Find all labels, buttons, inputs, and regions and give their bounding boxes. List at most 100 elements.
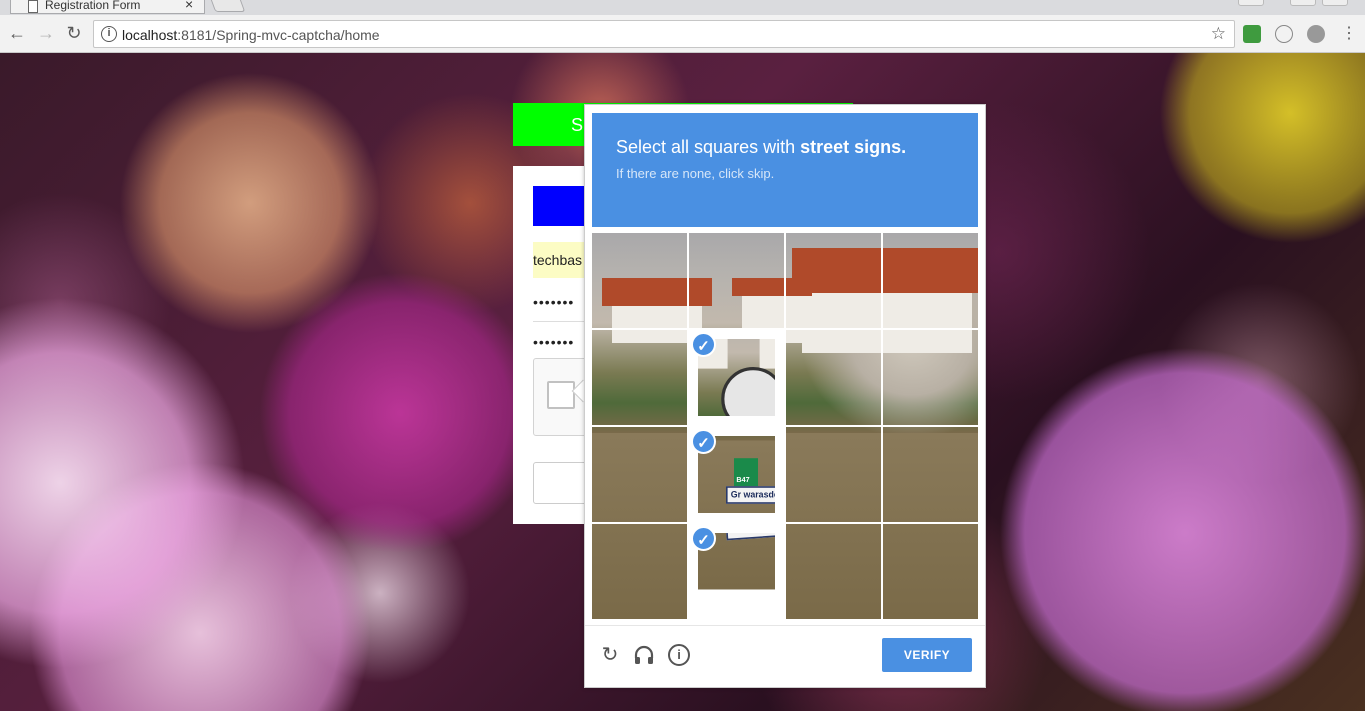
captcha-challenge: Select all squares with street signs. If… [584, 104, 986, 688]
house-wall [759, 339, 775, 369]
scene-image: B47Gr warasdorfVeliki Boristof [592, 427, 687, 522]
new-tab-button[interactable] [208, 0, 246, 12]
extension-lock-icon[interactable] [1243, 25, 1261, 43]
house-wall [786, 293, 802, 328]
forward-arrow-icon[interactable]: → [34, 21, 58, 45]
image-grid: B47Gr warasdorfVeliki BoristofB47Gr wara… [592, 233, 978, 619]
url-path: :8181/Spring-mvc-captcha/home [177, 27, 380, 43]
scene-image: B47Gr warasdorfVeliki Boristof [883, 330, 978, 425]
scene-image: B47Gr warasdorfVeliki Boristof [883, 233, 978, 328]
scene-image: B47Gr warasdorfVeliki Boristof [689, 233, 784, 328]
scene-image: B47Gr warasdorfVeliki Boristof [786, 524, 881, 619]
tile-image: B47Gr warasdorfVeliki Boristof [592, 233, 687, 328]
scene-image: B47Gr warasdorfVeliki Boristof [883, 427, 978, 522]
house-wall [612, 303, 687, 328]
tile-image: B47Gr warasdorfVeliki Boristof [786, 330, 881, 425]
tile-image: B47Gr warasdorfVeliki Boristof [592, 330, 687, 425]
captcha-tile[interactable]: B47Gr warasdorfVeliki Boristof [786, 330, 881, 425]
captcha-tile[interactable]: B47Gr warasdorfVeliki Boristof [786, 427, 881, 522]
instruction-lead: Select all squares with [616, 137, 801, 157]
help-info-icon[interactable]: i [668, 644, 690, 666]
sub-instruction: If there are none, click skip. [616, 166, 775, 181]
tab-registration-form[interactable]: Registration Form × [10, 0, 205, 14]
headphones-icon [634, 645, 654, 664]
house-roof [732, 278, 784, 296]
menu-dots-icon[interactable]: ⋮ [1337, 21, 1361, 45]
selected-check-icon: ✓ [691, 332, 716, 357]
house-roof [689, 278, 712, 306]
selected-check-icon: ✓ [691, 526, 716, 551]
captcha-tile[interactable]: B47Gr warasdorfVeliki Boristof✓ [689, 330, 784, 425]
address-bar[interactable]: i localhost:8181/Spring-mvc-captcha/home… [93, 20, 1235, 48]
extension-glasses-icon[interactable] [1307, 25, 1325, 43]
minimize-button[interactable] [1238, 0, 1264, 6]
reload-icon[interactable]: ↻ [62, 21, 86, 45]
tile-image: B47Gr warasdorfVeliki Boristof [592, 524, 687, 619]
tab-strip: Registration Form × [0, 0, 1365, 15]
house-roof [786, 278, 812, 296]
green-sign: B47 [734, 458, 758, 487]
scene-image: B47Gr warasdorfVeliki Boristof [883, 524, 978, 619]
captcha-tile[interactable]: B47Gr warasdorfVeliki Boristof [786, 233, 881, 328]
reload-challenge-icon[interactable]: ↻ [599, 644, 621, 666]
browser-toolbar: ← → ↻ i localhost:8181/Spring-mvc-captch… [0, 15, 1365, 53]
tile-image: B47Gr warasdorfVeliki Boristof [786, 427, 881, 522]
house-roof [602, 278, 687, 306]
url-host: localhost [122, 27, 178, 43]
tile-image: B47Gr warasdorfVeliki Boristof [883, 427, 978, 522]
captcha-footer: ↻ i VERIFY [585, 625, 985, 688]
instruction-keyword: street signs [800, 137, 902, 157]
house-wall [786, 330, 802, 343]
house-wall [742, 293, 784, 328]
captcha-tile[interactable]: B47Gr warasdorfVeliki Boristof [786, 524, 881, 619]
captcha-tile[interactable]: B47Gr warasdorfVeliki Boristof [592, 233, 687, 328]
scene-image: B47Gr warasdorfVeliki Boristof [786, 330, 881, 425]
house-wall [689, 303, 702, 328]
scene-image: B47Gr warasdorfVeliki Boristof [592, 524, 687, 619]
close-tab-icon[interactable]: × [185, 0, 193, 12]
verify-button[interactable]: VERIFY [882, 638, 972, 672]
town-sign-1: Gr warasdorf [726, 486, 775, 504]
instruction-end: . [901, 137, 907, 157]
captcha-tile[interactable]: B47Gr warasdorfVeliki Boristof [883, 330, 978, 425]
instruction-text: Select all squares with street signs. [616, 137, 954, 158]
house-wall [883, 330, 972, 353]
tab-title: Registration Form [45, 0, 141, 12]
back-arrow-icon[interactable]: ← [5, 21, 29, 45]
captcha-tile[interactable]: B47Gr warasdorfVeliki Boristof✓ [689, 427, 784, 522]
captcha-tile[interactable]: B47Gr warasdorfVeliki Boristof [689, 233, 784, 328]
house-wall [883, 288, 972, 328]
tile-image: B47Gr warasdorfVeliki Boristof [883, 330, 978, 425]
house-wall [612, 330, 687, 343]
captcha-tile[interactable]: B47Gr warasdorfVeliki Boristof [592, 524, 687, 619]
captcha-tile[interactable]: B47Gr warasdorfVeliki Boristof [592, 330, 687, 425]
captcha-tile[interactable]: B47Gr warasdorfVeliki Boristof [592, 427, 687, 522]
extension-v-icon[interactable] [1275, 25, 1293, 43]
captcha-instructions: Select all squares with street signs. If… [592, 113, 978, 227]
captcha-tile[interactable]: B47Gr warasdorfVeliki Boristof [883, 427, 978, 522]
scene-image: B47Gr warasdorfVeliki Boristof [786, 233, 881, 328]
maximize-button[interactable] [1290, 0, 1316, 6]
site-info-icon[interactable]: i [101, 26, 117, 42]
tile-image: B47Gr warasdorfVeliki Boristof [689, 233, 784, 328]
selected-check-icon: ✓ [691, 429, 716, 454]
tile-image: B47Gr warasdorfVeliki Boristof [883, 524, 978, 619]
house-wall [802, 288, 881, 328]
house-wall [802, 330, 881, 353]
captcha-tile[interactable]: B47Gr warasdorfVeliki Boristof [883, 233, 978, 328]
recaptcha-checkbox[interactable] [547, 381, 575, 409]
tile-image: B47Gr warasdorfVeliki Boristof [592, 427, 687, 522]
tile-image: B47Gr warasdorfVeliki Boristof [883, 233, 978, 328]
scene-image: B47Gr warasdorfVeliki Boristof [592, 233, 687, 328]
audio-challenge-icon[interactable] [633, 644, 655, 666]
town-sign-2: Veliki Boristof [725, 533, 775, 541]
window-close-button[interactable] [1322, 0, 1348, 6]
scene-image: B47Gr warasdorfVeliki Boristof [786, 427, 881, 522]
round-sign [721, 367, 775, 416]
captcha-tile[interactable]: B47Gr warasdorfVeliki Boristof✓ [689, 524, 784, 619]
tile-image: B47Gr warasdorfVeliki Boristof [786, 233, 881, 328]
page-icon [28, 0, 38, 13]
bookmark-star-icon[interactable]: ☆ [1211, 24, 1226, 44]
captcha-tile[interactable]: B47Gr warasdorfVeliki Boristof [883, 524, 978, 619]
house-roof [883, 248, 978, 293]
